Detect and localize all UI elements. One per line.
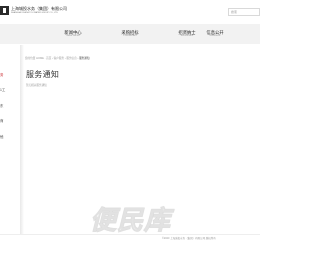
breadcrumb-path[interactable]: 您的位置 HOME · 首页 › 客户服务 › 服务信息 › xyxy=(25,57,78,60)
sidebar-item[interactable]: 1工 xyxy=(0,87,5,92)
nav-item-disclosure[interactable]: 信息公开 Disclosure xyxy=(187,24,243,44)
search-input[interactable]: 搜索 xyxy=(228,8,260,16)
main-nav: 新闻中心 News Center 采购招标 Procurement 招贤纳士 R… xyxy=(0,24,260,44)
sidebar-divider xyxy=(20,45,24,235)
page-title: 服务通知 xyxy=(26,70,60,79)
nav-sublabel: Disclosure xyxy=(209,35,221,37)
nav-item-news[interactable]: 新闻中心 News Center xyxy=(44,24,102,44)
nav-sublabel: News Center xyxy=(66,35,80,37)
nav-item-procurement[interactable]: 采购招标 Procurement xyxy=(101,24,159,44)
logo-subtitle: SHANGHAI CHENGTOU WATER GROUP CO., LTD. xyxy=(11,12,59,14)
sidebar-item[interactable]: 务 xyxy=(0,72,3,77)
logo-icon[interactable] xyxy=(0,6,9,15)
page-subtitle: 暂无相关服务通知 xyxy=(26,84,47,87)
breadcrumb-current: 服务通知 xyxy=(79,57,90,60)
nav-sublabel: Procurement xyxy=(123,35,137,37)
sidebar-item[interactable]: 东 xyxy=(0,103,3,108)
header: 上海城投水务（集团）有限公司 SHANGHAI CHENGTOU WATER G… xyxy=(0,0,260,22)
sidebar-item[interactable]: 他 xyxy=(0,134,3,139)
sidebar-item[interactable]: 商 xyxy=(0,118,3,123)
breadcrumb: 您的位置 HOME · 首页 › 客户服务 › 服务信息 › 服务通知 xyxy=(25,56,89,60)
logo-title[interactable]: 上海城投水务（集团）有限公司 xyxy=(11,6,67,11)
watermark: 便民库 xyxy=(89,205,172,236)
